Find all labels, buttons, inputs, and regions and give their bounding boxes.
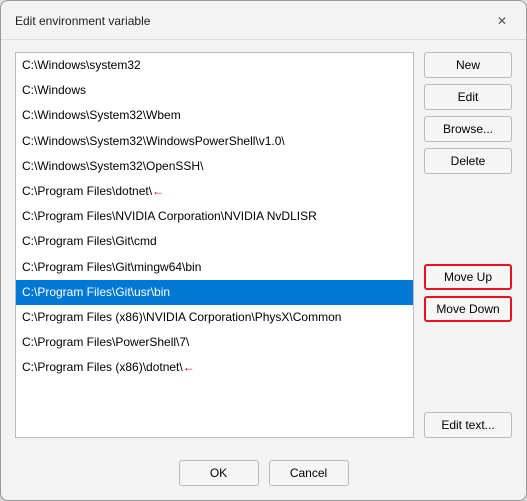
move-up-button[interactable]: Move Up	[424, 264, 512, 290]
list-item-text: C:\Windows\system32	[22, 56, 141, 75]
browse-button[interactable]: Browse...	[424, 116, 512, 142]
list-item-text: C:\Program Files (x86)\NVIDIA Corporatio…	[22, 308, 341, 327]
list-item[interactable]: C:\Program Files (x86)\NVIDIA Corporatio…	[16, 305, 413, 330]
move-down-button[interactable]: Move Down	[424, 296, 512, 322]
annotation-arrow: ←	[183, 358, 195, 377]
list-item[interactable]: C:\Program Files\dotnet\ ←	[16, 179, 413, 204]
cancel-button[interactable]: Cancel	[269, 460, 349, 486]
dialog-footer: OK Cancel	[1, 450, 526, 500]
dialog-title: Edit environment variable	[15, 14, 150, 28]
list-item[interactable]: C:\Windows\System32\WindowsPowerShell\v1…	[16, 129, 413, 154]
list-item[interactable]: C:\Program Files\Git\usr\bin	[16, 280, 413, 305]
list-item[interactable]: C:\Program Files\Git\cmd	[16, 229, 413, 254]
list-item-text: C:\Windows	[22, 81, 86, 100]
list-item[interactable]: C:\Program Files (x86)\dotnet\ ←	[16, 355, 413, 380]
list-item[interactable]: C:\Program Files\PowerShell\7\	[16, 330, 413, 355]
annotation-arrow: ←	[152, 182, 164, 201]
list-item-text: C:\Program Files\NVIDIA Corporation\NVID…	[22, 207, 317, 226]
title-bar: Edit environment variable ✕	[1, 1, 526, 40]
ok-button[interactable]: OK	[179, 460, 259, 486]
list-item-text: C:\Program Files\Git\mingw64\bin	[22, 258, 201, 277]
list-item[interactable]: C:\Windows\system32	[16, 53, 413, 78]
list-item[interactable]: C:\Windows\System32\OpenSSH\	[16, 154, 413, 179]
dialog: Edit environment variable ✕ C:\Windows\s…	[0, 0, 527, 501]
list-item-text: C:\Program Files\Git\cmd	[22, 232, 157, 251]
buttons-column: New Edit Browse... Delete Move Up Move D…	[424, 52, 512, 438]
dialog-body: C:\Windows\system32 C:\Windows C:\Windows\…	[1, 40, 526, 450]
list-item[interactable]: C:\Program Files\NVIDIA Corporation\NVID…	[16, 204, 413, 229]
list-item-text: C:\Windows\System32\Wbem	[22, 106, 181, 125]
list-item-text: C:\Windows\System32\WindowsPowerShell\v1…	[22, 132, 285, 151]
close-button[interactable]: ✕	[492, 11, 512, 31]
list-item[interactable]: C:\Program Files\Git\mingw64\bin	[16, 255, 413, 280]
list-item[interactable]: C:\Windows\System32\Wbem	[16, 103, 413, 128]
list-item-text: C:\Windows\System32\OpenSSH\	[22, 157, 203, 176]
list-item-text: C:\Program Files\dotnet\	[22, 182, 152, 201]
edit-button[interactable]: Edit	[424, 84, 512, 110]
new-button[interactable]: New	[424, 52, 512, 78]
close-icon: ✕	[497, 14, 507, 28]
env-var-list[interactable]: C:\Windows\system32 C:\Windows C:\Windows\…	[15, 52, 414, 438]
list-item-text: C:\Program Files\Git\usr\bin	[22, 283, 170, 302]
list-item-text: C:\Program Files (x86)\dotnet\	[22, 358, 183, 377]
list-item-text: C:\Program Files\PowerShell\7\	[22, 333, 189, 352]
list-item[interactable]: C:\Windows	[16, 78, 413, 103]
delete-button[interactable]: Delete	[424, 148, 512, 174]
edit-text-button[interactable]: Edit text...	[424, 412, 512, 438]
